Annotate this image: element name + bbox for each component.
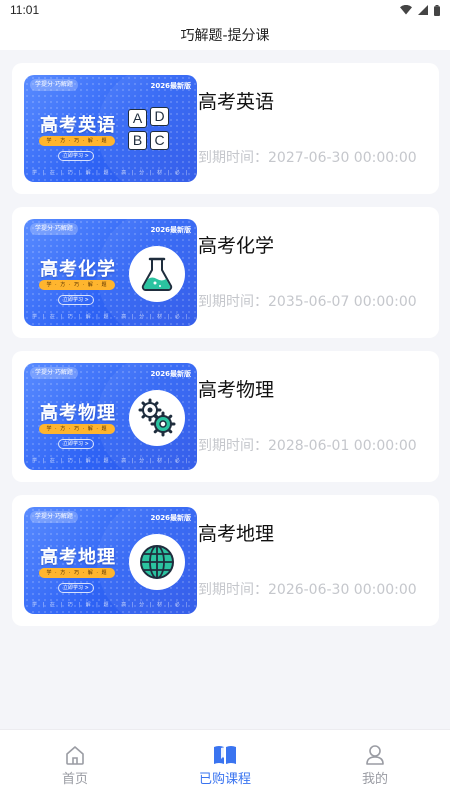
profile-icon xyxy=(366,745,384,765)
thumbnail-footer: 学 | 在 | 巧 | 解 | 题 · 高 | 分 | 材 | 必 | 修 xyxy=(32,314,189,320)
start-learning-badge: 立即学习 > xyxy=(58,583,94,593)
brand-text: 学提分·巧解题 xyxy=(35,369,73,376)
tab-label: 已购课程 xyxy=(198,772,251,787)
brand-badge: 学提分·巧解题 xyxy=(30,223,78,235)
tab-profile[interactable]: 我的 xyxy=(300,730,450,800)
thumbnail-footer: 学 | 在 | 巧 | 解 | 题 · 高 | 分 | 材 | 必 | 修 xyxy=(32,458,189,464)
course-name: 高考地理 xyxy=(198,523,275,545)
flask-icon xyxy=(141,257,173,291)
status-icons xyxy=(400,4,440,16)
thumbnail-title: 高考英语 xyxy=(40,115,116,136)
gears-icon xyxy=(138,398,176,437)
course-name: 高考英语 xyxy=(198,91,275,113)
letter-tile: C xyxy=(150,131,169,150)
icon-circle xyxy=(129,390,185,446)
edition-label: 2026最新版 xyxy=(150,370,191,378)
app-header: 巧解题-提分课 xyxy=(0,20,450,50)
start-learning-badge: 立即学习 > xyxy=(58,439,94,449)
home-icon xyxy=(66,746,84,765)
wifi-icon xyxy=(400,5,412,15)
globe-icon xyxy=(140,545,174,579)
letter-tile: A xyxy=(128,109,147,128)
thumbnail-tagline: 学 · 方 · 巧 · 解 · 题 xyxy=(39,136,115,146)
tab-label: 首页 xyxy=(61,772,88,787)
course-card-english[interactable]: 学提分·巧解题 2026最新版 高考英语 学 · 方 · 巧 · 解 · 题 立… xyxy=(12,63,439,194)
start-learning-badge: 立即学习 > xyxy=(58,295,94,305)
course-expiry: 到期时间：2026-06-30 00:00:00 xyxy=(198,582,417,598)
brand-text: 学提分·巧解题 xyxy=(35,81,73,88)
thumbnail-title: 高考化学 xyxy=(40,259,116,280)
thumbnail-title: 高考物理 xyxy=(40,403,116,424)
course-thumbnail: 学提分·巧解题 2026最新版 高考地理 学 · 方 · 巧 · 解 · 题 立… xyxy=(24,507,197,614)
bottom-tab-bar: 首页 已购课程 我的 xyxy=(0,729,450,800)
tab-home[interactable]: 首页 xyxy=(0,730,150,800)
brand-text: 学提分·巧解题 xyxy=(35,513,73,520)
course-thumbnail: 学提分·巧解题 2026最新版 高考化学 学 · 方 · 巧 · 解 · 题 立… xyxy=(24,219,197,326)
tab-purchased-courses[interactable]: 已购课程 xyxy=(150,730,300,800)
tab-label: 我的 xyxy=(361,772,388,787)
status-time: 11:01 xyxy=(10,3,40,17)
thumbnail-footer: 学 | 在 | 巧 | 解 | 题 · 高 | 分 | 材 | 必 | 修 xyxy=(32,170,189,176)
page-title: 巧解题-提分课 xyxy=(180,28,270,44)
status-bar: 11:01 xyxy=(0,0,450,20)
course-list: 学提分·巧解题 2026最新版 高考英语 学 · 方 · 巧 · 解 · 题 立… xyxy=(12,63,439,639)
icon-circle xyxy=(129,534,185,590)
thumbnail-tagline: 学 · 方 · 巧 · 解 · 题 xyxy=(39,424,115,434)
course-expiry: 到期时间：2027-06-30 00:00:00 xyxy=(198,150,417,166)
signal-icon xyxy=(418,5,428,15)
brand-text: 学提分·巧解题 xyxy=(35,225,73,232)
course-thumbnail: 学提分·巧解题 2026最新版 高考英语 学 · 方 · 巧 · 解 · 题 立… xyxy=(24,75,197,182)
icon-circle xyxy=(129,246,185,302)
brand-badge: 学提分·巧解题 xyxy=(30,511,78,523)
book-icon xyxy=(214,746,236,764)
course-card-physics[interactable]: 学提分·巧解题 2026最新版 高考物理 学 · 方 · 巧 · 解 · 题 立… xyxy=(12,351,439,482)
edition-label: 2026最新版 xyxy=(150,226,191,234)
course-thumbnail: 学提分·巧解题 2026最新版 高考物理 学 · 方 · 巧 · 解 · 题 立… xyxy=(24,363,197,470)
course-name: 高考物理 xyxy=(198,379,275,401)
course-card-geography[interactable]: 学提分·巧解题 2026最新版 高考地理 学 · 方 · 巧 · 解 · 题 立… xyxy=(12,495,439,626)
course-card-chemistry[interactable]: 学提分·巧解题 2026最新版 高考化学 学 · 方 · 巧 · 解 · 题 立… xyxy=(12,207,439,338)
course-expiry: 到期时间：2028-06-01 00:00:00 xyxy=(198,438,417,454)
edition-label: 2026最新版 xyxy=(150,82,191,90)
thumbnail-tagline: 学 · 方 · 巧 · 解 · 题 xyxy=(39,568,115,578)
course-name: 高考化学 xyxy=(198,235,275,257)
letter-tile: B xyxy=(128,131,147,150)
thumbnail-title: 高考地理 xyxy=(40,547,116,568)
brand-badge: 学提分·巧解题 xyxy=(30,367,78,379)
thumbnail-footer: 学 | 在 | 巧 | 解 | 题 · 高 | 分 | 材 | 必 | 修 xyxy=(32,602,189,608)
start-learning-badge: 立即学习 > xyxy=(58,151,94,161)
abcd-tiles-icon: A D B C xyxy=(124,107,190,153)
course-expiry: 到期时间：2035-06-07 00:00:00 xyxy=(198,294,417,310)
brand-badge: 学提分·巧解题 xyxy=(30,79,78,91)
thumbnail-tagline: 学 · 方 · 巧 · 解 · 题 xyxy=(39,280,115,290)
battery-icon xyxy=(434,4,440,16)
edition-label: 2026最新版 xyxy=(150,514,191,522)
letter-tile: D xyxy=(150,107,169,126)
